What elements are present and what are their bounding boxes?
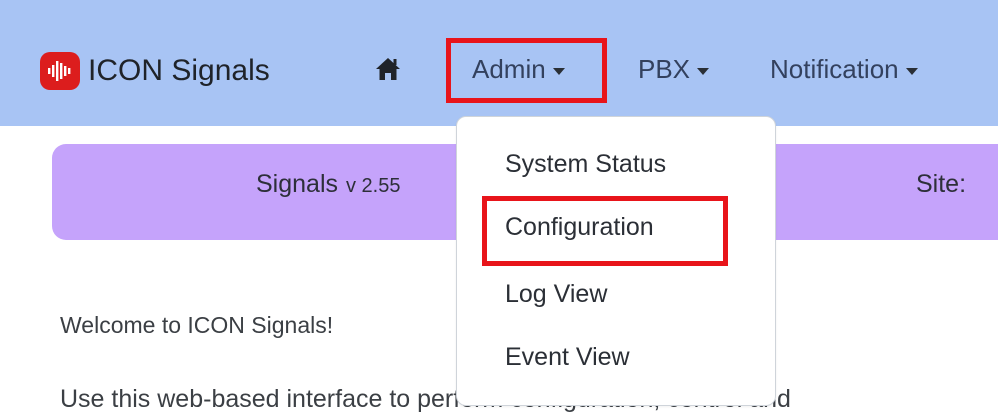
signal-logo-icon xyxy=(40,52,80,90)
brand-name: ICON Signals xyxy=(88,54,270,87)
nav-pbx-label: PBX xyxy=(638,54,691,84)
nav-notification-label: Notification xyxy=(770,54,899,84)
admin-highlight-box xyxy=(446,38,607,103)
banner-version: v 2.55 xyxy=(346,175,401,197)
welcome-text: Welcome to ICON Signals! xyxy=(60,312,334,338)
menu-item-event-view[interactable]: Event View xyxy=(505,343,630,372)
banner-site-label: Site: xyxy=(916,170,967,198)
caret-down-icon xyxy=(697,67,710,75)
configuration-highlight-box xyxy=(482,196,728,266)
menu-item-log-view[interactable]: Log View xyxy=(505,280,607,309)
banner-app-info: Signals v 2.55 xyxy=(256,170,400,199)
menu-item-system-status[interactable]: System Status xyxy=(505,150,666,179)
nav-pbx-dropdown[interactable]: PBX xyxy=(638,54,710,85)
banner-app-name: Signals xyxy=(256,170,338,198)
brand[interactable]: ICON Signals xyxy=(40,52,270,90)
page: ICON Signals Admin PBX Notification Sign… xyxy=(0,0,998,420)
caret-down-icon xyxy=(905,67,918,75)
nav-notification-dropdown[interactable]: Notification xyxy=(770,54,918,85)
home-icon[interactable] xyxy=(374,56,402,84)
